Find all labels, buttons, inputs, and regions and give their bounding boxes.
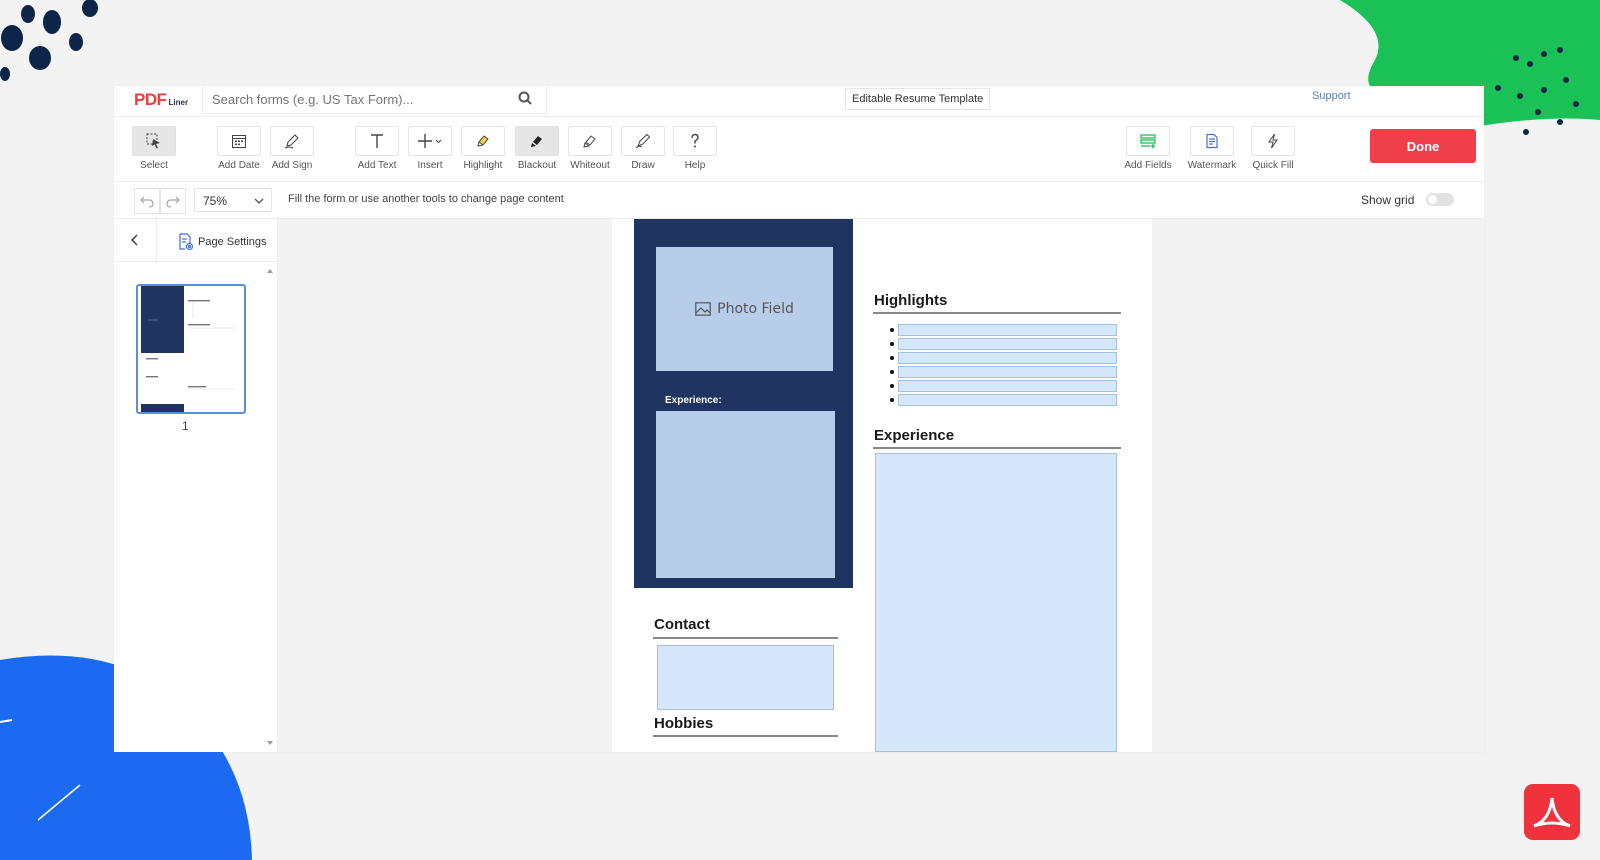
plus-icon xyxy=(418,134,442,148)
pencil-draw-icon xyxy=(635,133,651,149)
bullet xyxy=(890,328,894,332)
zoom-select[interactable]: 75% xyxy=(194,188,272,212)
tool-blackout[interactable]: Blackout xyxy=(509,126,565,171)
decor-dots-top-left xyxy=(0,0,98,81)
redo-button[interactable] xyxy=(160,188,186,214)
highlights-title: Highlights xyxy=(874,292,948,309)
document-title: Editable Resume Template xyxy=(845,88,991,110)
pen-sign-icon xyxy=(284,134,299,149)
experience-title: Experience xyxy=(874,427,955,444)
zoom-value: 75% xyxy=(203,194,228,208)
page-thumbnail-preview xyxy=(141,286,236,412)
tool-watermark[interactable]: Watermark xyxy=(1184,126,1240,171)
tool-highlight[interactable]: Highlight xyxy=(455,126,511,171)
tool-help[interactable]: Help xyxy=(667,126,723,171)
highlight-field-1[interactable] xyxy=(898,324,1117,336)
page-thumbnail-1[interactable] xyxy=(136,284,246,414)
experience-rule xyxy=(873,447,1121,449)
image-icon xyxy=(695,302,711,316)
bullet xyxy=(890,370,894,374)
highlight-field-6[interactable] xyxy=(898,394,1117,406)
photo-field[interactable]: Photo Field xyxy=(656,247,833,371)
highlight-field-2[interactable] xyxy=(898,338,1117,350)
sidebar-header: Page Settings xyxy=(114,219,277,262)
page-settings-icon xyxy=(179,233,194,251)
collapse-sidebar-button[interactable] xyxy=(114,219,157,261)
sub-toolbar: 75% Fill the form or use another tools t… xyxy=(114,182,1484,219)
undo-button[interactable] xyxy=(134,188,160,214)
bullet xyxy=(890,384,894,388)
search-box xyxy=(202,86,547,114)
tool-whiteout[interactable]: Whiteout xyxy=(562,126,618,171)
toolbar: Select Add Date Add Sign Add Text Insert… xyxy=(114,117,1484,182)
pages-sidebar: Page Settings 1 xyxy=(114,219,278,752)
resume-page: Photo Field Experience: Highlights Exper… xyxy=(612,219,1152,752)
highlight-field-5[interactable] xyxy=(898,380,1117,392)
lightning-icon xyxy=(1268,133,1278,149)
select-cursor-icon xyxy=(146,133,160,149)
left-experience-label: Experience: xyxy=(665,395,722,406)
undo-icon xyxy=(140,196,154,208)
top-bar: PDFLiner Editable Resume Template Suppor… xyxy=(114,86,1484,117)
text-t-icon xyxy=(371,134,383,148)
sidebar-scrollbar[interactable] xyxy=(265,263,275,752)
show-grid-label: Show grid xyxy=(1361,193,1415,207)
highlighter-icon xyxy=(477,135,489,147)
highlight-field-4[interactable] xyxy=(898,366,1117,378)
search-input[interactable] xyxy=(203,91,514,108)
chevron-left-icon xyxy=(130,234,138,246)
tool-add-sign[interactable]: Add Sign xyxy=(264,126,320,171)
question-icon xyxy=(691,133,699,148)
page-number: 1 xyxy=(182,419,189,433)
experience-field[interactable] xyxy=(875,453,1117,752)
tool-add-date[interactable]: Add Date xyxy=(211,126,267,171)
done-button[interactable]: Done xyxy=(1370,129,1476,163)
highlights-rule xyxy=(873,312,1121,314)
show-grid-toggle[interactable] xyxy=(1426,193,1454,206)
hobbies-title: Hobbies xyxy=(654,715,714,732)
document-canvas: Photo Field Experience: Highlights Exper… xyxy=(278,219,1484,752)
contact-title: Contact xyxy=(654,616,710,633)
add-fields-icon xyxy=(1140,134,1156,149)
chevron-down-icon xyxy=(254,198,264,204)
bullet xyxy=(890,342,894,346)
tool-draw[interactable]: Draw xyxy=(615,126,671,171)
page-settings-button[interactable]: Page Settings xyxy=(178,233,267,251)
contact-field[interactable] xyxy=(657,645,834,710)
tool-quick-fill[interactable]: Quick Fill xyxy=(1245,126,1301,171)
tool-insert[interactable]: Insert xyxy=(402,126,458,171)
contact-rule xyxy=(653,637,838,639)
redo-icon xyxy=(166,196,180,208)
left-experience-field[interactable] xyxy=(656,411,835,578)
highlight-field-3[interactable] xyxy=(898,352,1117,364)
pdfliner-logo[interactable]: PDF Liner xyxy=(134,90,188,110)
blackout-brush-icon xyxy=(531,136,542,147)
search-icon[interactable] xyxy=(518,91,532,105)
whiteout-brush-icon xyxy=(583,135,596,148)
calendar-icon xyxy=(232,135,246,148)
support-link[interactable]: Support xyxy=(1312,90,1351,102)
bullet xyxy=(890,398,894,402)
tool-add-text[interactable]: Add Text xyxy=(349,126,405,171)
resume-left-panel: Photo Field Experience: xyxy=(634,219,853,588)
hobbies-rule xyxy=(653,735,838,737)
watermark-icon xyxy=(1206,133,1218,149)
tool-add-fields[interactable]: Add Fields xyxy=(1120,126,1176,171)
tool-select[interactable]: Select xyxy=(126,126,182,171)
editor-window: PDFLiner Editable Resume Template Suppor… xyxy=(114,86,1484,752)
hint-text: Fill the form or use another tools to ch… xyxy=(288,193,564,205)
bullet xyxy=(890,356,894,360)
brand-acrobat-logo xyxy=(1524,784,1580,840)
